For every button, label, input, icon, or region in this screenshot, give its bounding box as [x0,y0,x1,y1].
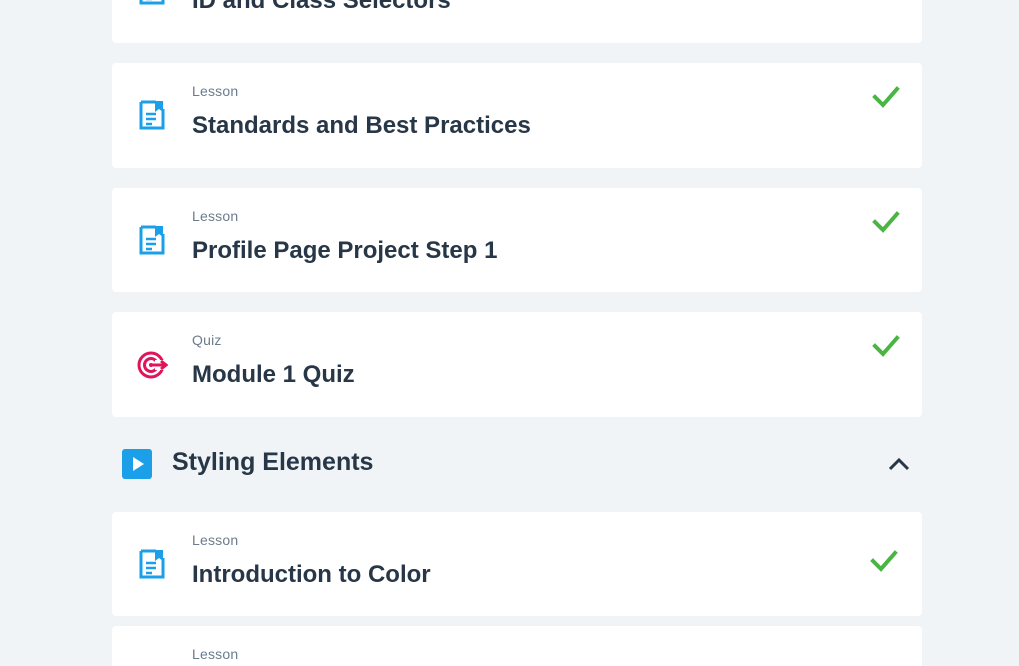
checkmark-icon [872,210,900,234]
checkmark-icon [872,85,900,109]
item-type-label: Lesson [192,532,239,548]
lesson-document-icon [136,0,168,6]
item-type-label: Lesson [192,208,239,224]
lesson-card[interactable]: Lesson Standards and Best Practices [112,63,922,168]
lesson-title: Profile Page Project Step 1 [192,237,498,264]
play-icon [122,449,152,479]
quiz-target-icon [136,349,168,381]
checkmark-icon [870,549,898,573]
lesson-title: Standards and Best Practices [192,112,531,139]
lesson-document-icon [136,224,168,256]
item-type-label: Lesson [192,646,239,662]
item-type-label: Lesson [192,83,239,99]
lesson-card[interactable]: Lesson Profile Page Project Step 1 [112,188,922,292]
chevron-up-icon[interactable] [888,454,910,472]
quiz-title: Module 1 Quiz [192,361,355,388]
lesson-card[interactable]: ID and Class Selectors [112,0,922,43]
section-header[interactable]: Styling Elements [112,436,922,492]
quiz-card[interactable]: Quiz Module 1 Quiz [112,312,922,417]
lesson-card[interactable]: Lesson [112,626,922,666]
lesson-card[interactable]: Lesson Introduction to Color [112,512,922,616]
checkmark-icon [872,334,900,358]
lesson-title: Introduction to Color [192,561,431,588]
item-type-label: Quiz [192,332,222,348]
lesson-title: ID and Class Selectors [192,0,451,14]
section-title: Styling Elements [172,448,374,476]
lesson-document-icon [136,548,168,580]
lesson-document-icon [136,99,168,131]
